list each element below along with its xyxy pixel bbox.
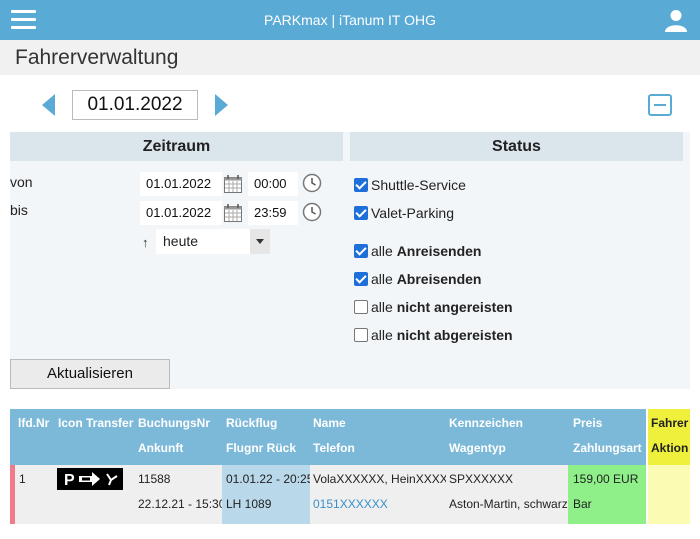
column-header-label: Kennzeichen xyxy=(449,416,524,430)
column-header-name[interactable]: Name Telefon xyxy=(310,409,446,465)
column-header-label: BuchungsNr xyxy=(138,416,210,430)
column-header-label: Zahlungsart xyxy=(573,441,642,455)
cell-lfd-nr: 1 xyxy=(10,465,54,524)
chevron-down-icon[interactable] xyxy=(250,229,270,254)
column-header-icon-transfer[interactable]: Icon Transfer xyxy=(54,409,134,465)
calendar-icon[interactable] xyxy=(223,174,243,194)
kennzeichen-value: SPXXXXXX xyxy=(449,472,514,486)
column-header-label: Flugnr Rück xyxy=(226,441,297,455)
name-value: VolaXXXXXX, HeinXXXXXX xyxy=(313,472,464,486)
flugnr-rueck-value: LH 1089 xyxy=(226,497,272,511)
cell-name: VolaXXXXXX, HeinXXXXXX 0151XXXXXX xyxy=(310,465,464,524)
refresh-button[interactable]: Aktualisieren xyxy=(10,359,170,389)
checkbox-checked[interactable] xyxy=(354,206,368,220)
status-option-prefix: alle xyxy=(371,327,397,343)
ankunft-value: 22.12.21 - 15:30 xyxy=(138,497,226,511)
checkbox-unchecked[interactable] xyxy=(354,328,368,342)
status-option-prefix: alle xyxy=(371,271,397,287)
zeitraum-heading: Zeitraum xyxy=(10,132,343,161)
column-header-label: Fahrer xyxy=(651,416,689,430)
status-option-anreisende[interactable]: alle Anreisenden xyxy=(354,241,482,261)
column-header-lfd-nr[interactable]: lfd.Nr xyxy=(10,409,54,465)
column-header-preis[interactable]: Preis Zahlungsart xyxy=(568,409,646,465)
column-header-label: Rückflug xyxy=(226,416,278,430)
bis-label: bis xyxy=(10,202,28,218)
column-header-label: lfd.Nr xyxy=(18,416,50,430)
column-header-buchungsnr[interactable]: BuchungsNr Ankunft xyxy=(134,409,222,465)
column-header-label: Preis xyxy=(573,416,603,430)
current-date-display[interactable]: 01.01.2022 xyxy=(72,90,198,120)
cell-icon-transfer: P xyxy=(54,465,134,524)
column-header-label: Aktion xyxy=(651,441,689,455)
status-option-nicht-angereist[interactable]: alle nicht angereisten xyxy=(354,297,513,317)
column-header-label: Name xyxy=(313,416,346,430)
cell-kennzeichen: SPXXXXXX Aston-Martin, schwarz xyxy=(446,465,568,524)
cell-fahrer-aktion[interactable] xyxy=(646,465,690,524)
checkbox-checked[interactable] xyxy=(354,272,368,286)
buchungsnr-value: 11588 xyxy=(138,472,171,486)
preis-value: 159,00 EUR xyxy=(573,472,639,486)
status-option-shuttle[interactable]: Shuttle-Service xyxy=(354,175,466,195)
column-header-rueckflug[interactable]: Rückflug Flugnr Rück xyxy=(222,409,310,465)
minus-box-icon[interactable] xyxy=(648,94,672,116)
parking-transfer-icon[interactable]: P xyxy=(57,468,123,490)
page-header: Fahrerverwaltung xyxy=(0,40,700,75)
von-date-input[interactable]: 01.01.2022 xyxy=(140,172,222,196)
period-preset-select[interactable]: heute xyxy=(156,229,270,254)
column-header-label: Telefon xyxy=(313,441,355,455)
status-option-prefix: alle xyxy=(371,243,397,259)
status-option-label: Shuttle-Service xyxy=(371,177,466,193)
status-option-abreisende[interactable]: alle Abreisenden xyxy=(354,269,482,289)
cell-buchungsnr: 11588 22.12.21 - 15:30 xyxy=(134,465,226,524)
status-option-nicht-abgereist[interactable]: alle nicht abgereisten xyxy=(354,325,513,345)
period-preset-value: heute xyxy=(163,233,199,249)
status-option-label: Anreisenden xyxy=(396,243,482,259)
wagentyp-value: Aston-Martin, schwarz xyxy=(449,497,568,511)
chevron-right-icon[interactable] xyxy=(214,93,230,117)
app-title: PARKmax | iTanum IT OHG xyxy=(264,12,436,28)
status-option-label: Valet-Parking xyxy=(371,205,455,221)
clock-icon[interactable] xyxy=(302,173,322,193)
calendar-icon[interactable] xyxy=(223,203,243,223)
column-header-label: Ankunft xyxy=(138,441,184,455)
checkbox-checked[interactable] xyxy=(354,178,368,192)
status-option-prefix: alle xyxy=(371,299,397,315)
bis-date-input[interactable]: 01.01.2022 xyxy=(140,201,222,225)
zahlungsart-value: Bar xyxy=(573,497,592,511)
checkbox-checked[interactable] xyxy=(354,244,368,258)
column-header-kennzeichen[interactable]: Kennzeichen Wagentyp xyxy=(446,409,568,465)
status-option-valet[interactable]: Valet-Parking xyxy=(354,203,454,223)
column-header-label: Icon Transfer xyxy=(58,416,134,430)
sort-arrow-icon[interactable]: ↑ xyxy=(142,235,149,250)
rueckflug-value: 01.01.22 - 20:25 xyxy=(226,472,314,486)
user-icon[interactable] xyxy=(664,8,688,32)
column-header-fahrer[interactable]: Fahrer Aktion xyxy=(646,409,690,465)
lfd-nr-value: 1 xyxy=(19,472,26,486)
status-heading: Status xyxy=(350,132,683,161)
von-label: von xyxy=(10,174,33,190)
column-header-label: Wagentyp xyxy=(449,441,506,455)
top-bar: PARKmax | iTanum IT OHG xyxy=(0,0,700,40)
cell-preis: 159,00 EUR Bar xyxy=(568,465,646,524)
telefon-link[interactable]: 0151XXXXXX xyxy=(313,497,388,511)
von-time-input[interactable]: 00:00 xyxy=(248,172,298,196)
status-option-label: nicht abgereisten xyxy=(396,327,513,343)
chevron-left-icon[interactable] xyxy=(40,93,56,117)
page-title: Fahrerverwaltung xyxy=(15,46,179,69)
bis-time-input[interactable]: 23:59 xyxy=(248,201,298,225)
status-option-label: nicht angereisten xyxy=(396,299,513,315)
filter-panel: Zeitraum Status von bis 01.01.2022 00:00… xyxy=(10,132,690,389)
clock-icon[interactable] xyxy=(302,202,322,222)
cell-rueckflug: 01.01.22 - 20:25 LH 1089 xyxy=(222,465,314,524)
checkbox-unchecked[interactable] xyxy=(354,300,368,314)
status-option-label: Abreisenden xyxy=(396,271,482,287)
bookings-table: lfd.Nr Icon Transfer BuchungsNr Ankunft … xyxy=(10,409,690,524)
transfer-icon-letter: P xyxy=(64,472,75,489)
